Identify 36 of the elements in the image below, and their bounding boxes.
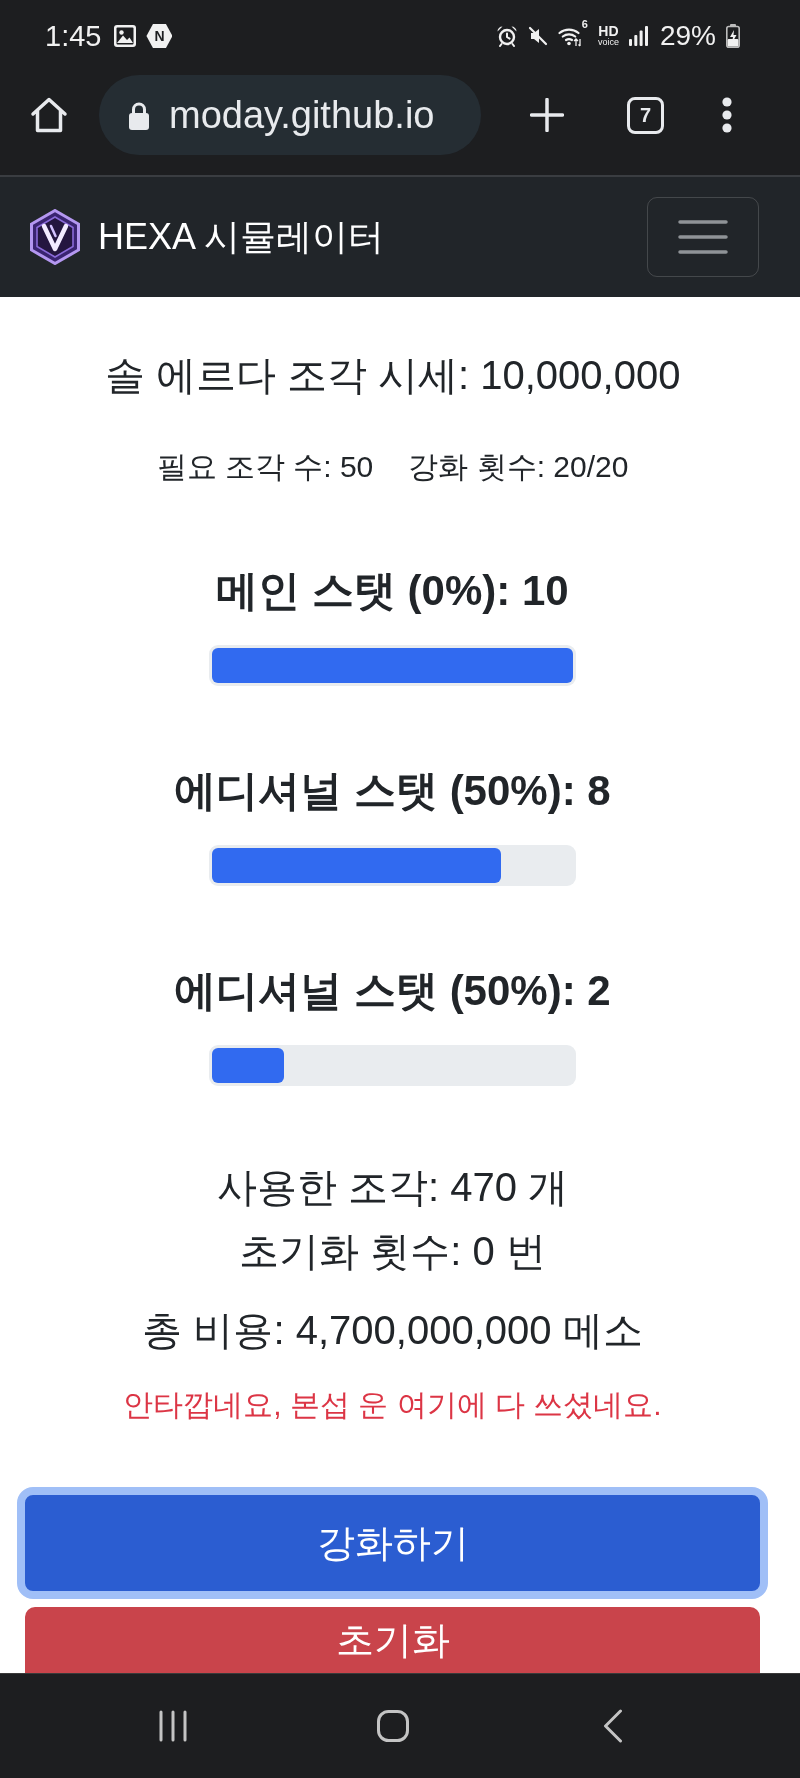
image-icon <box>114 25 137 47</box>
stat-title: 메인 스탯 (0%): 10 <box>216 566 569 616</box>
mute-icon <box>527 26 548 46</box>
stat-title: 에디셔널 스탯 (50%): 8 <box>174 766 611 816</box>
notification-badge: N <box>146 24 173 48</box>
url-text: moday.github.io <box>169 93 435 138</box>
more-options-icon[interactable] <box>722 97 732 133</box>
stat-title: 에디셔널 스탯 (50%): 2 <box>174 966 611 1016</box>
summary-text: 초기화 횟수: 0 번 <box>239 1228 546 1275</box>
brand-title[interactable]: HEXA 시뮬레이터 <box>98 215 385 259</box>
lock-icon <box>128 100 150 130</box>
price-text: 솔 에르다 조각 시세: 10,000,000 <box>104 352 681 399</box>
voice-label: voice <box>597 38 619 47</box>
status-time: 1:45 <box>45 19 102 53</box>
back-icon[interactable] <box>603 1709 623 1743</box>
reset-button[interactable]: 초기화 <box>25 1607 760 1673</box>
battery-percent: 29% <box>659 19 716 53</box>
enhance-button[interactable]: 강화하기 <box>17 1487 768 1599</box>
menu-icon <box>678 219 728 255</box>
battery-charging-icon <box>726 24 740 48</box>
home-icon[interactable] <box>377 1710 409 1742</box>
address-bar[interactable]: moday.github.io <box>99 75 481 155</box>
summary-text: 사용한 조각: 470 개 <box>216 1164 569 1211</box>
hexagon-logo-icon <box>27 209 83 265</box>
wifi-standard-label: 6 <box>581 19 588 30</box>
info-text: 강화 횟수: 20/20 <box>408 449 629 485</box>
info-text: 필요 조각 수: 50 <box>156 449 374 485</box>
total-cost-text: 총 비용: 4,700,000,000 메소 <box>142 1307 643 1354</box>
menu-button[interactable] <box>647 197 759 277</box>
hd-label: HD <box>598 25 619 38</box>
tab-switcher-button[interactable]: 7 <box>627 96 664 134</box>
alarm-icon <box>495 25 518 47</box>
new-tab-icon[interactable] <box>530 98 564 132</box>
recent-apps-icon[interactable] <box>158 1710 188 1742</box>
result-message: 안타깝네요, 본섭 운 여기에 다 쓰셨네요. <box>123 1387 662 1423</box>
signal-icon <box>628 26 648 46</box>
